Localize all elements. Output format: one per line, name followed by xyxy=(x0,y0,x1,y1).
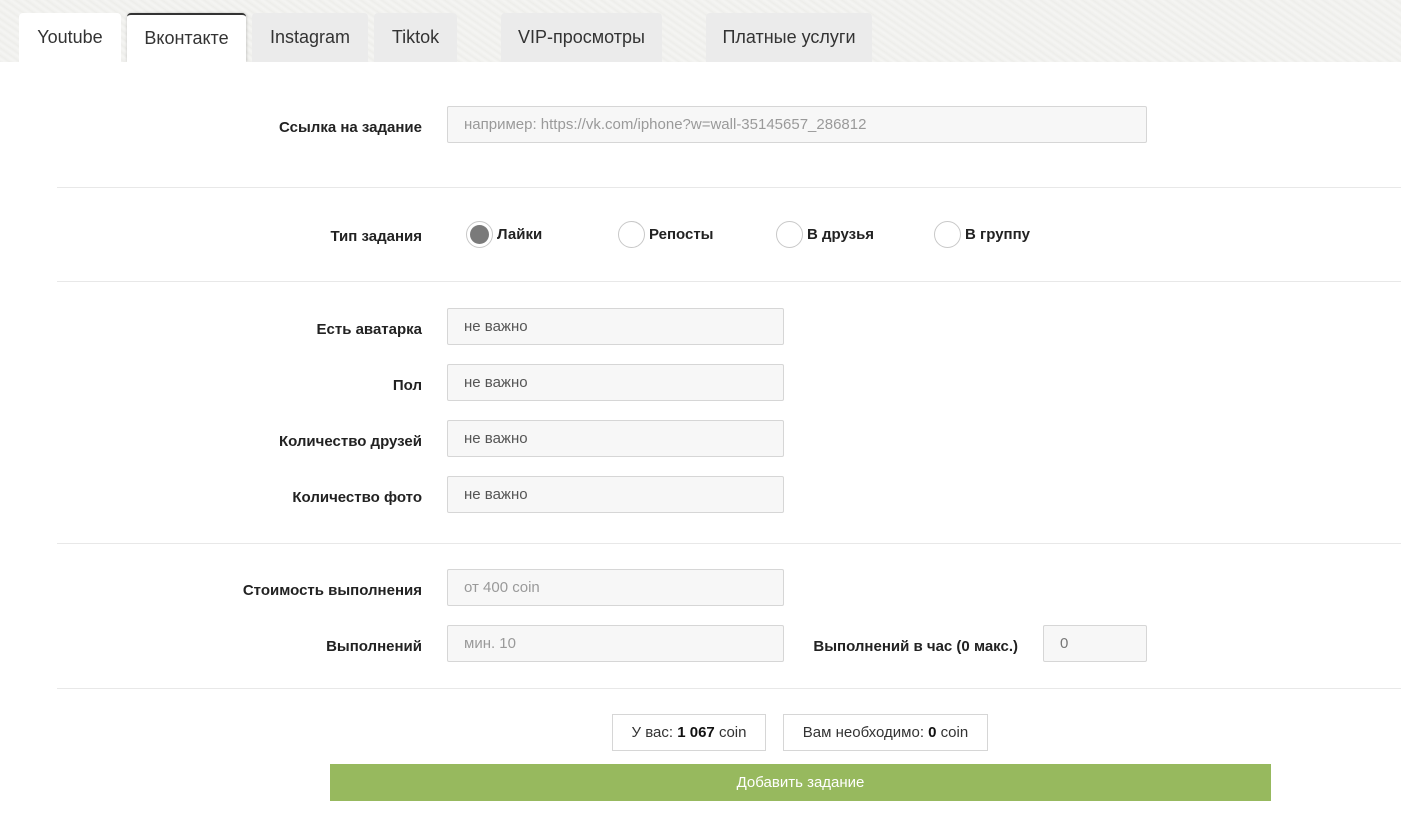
friends-count-label: Количество друзей xyxy=(278,433,422,450)
task-form: Ссылка на задание Тип задания Лайки Репо… xyxy=(0,62,1401,832)
divider xyxy=(57,543,1401,544)
friends-count-select[interactable]: не важно xyxy=(447,420,784,457)
balance-need-unit: coin xyxy=(940,724,969,741)
gender-label: Пол xyxy=(392,377,422,394)
radio-friends-label: В друзья xyxy=(807,226,875,243)
radio-likes-label: Лайки xyxy=(497,226,543,243)
tab-instagram[interactable]: Instagram xyxy=(252,13,368,62)
avatar-select[interactable]: не важно xyxy=(447,308,784,345)
radio-reposts-label: Репосты xyxy=(649,226,714,243)
per-hour-input[interactable]: 0 xyxy=(1043,625,1147,662)
per-hour-label: Выполнений в час (0 макс.) xyxy=(813,638,1018,655)
gender-select[interactable]: не важно xyxy=(447,364,784,401)
balance-have-amount: 1 067 xyxy=(677,724,715,741)
balance-have-unit: coin xyxy=(718,724,747,741)
cost-input[interactable] xyxy=(447,569,784,606)
photos-count-label: Количество фото xyxy=(292,489,422,506)
radio-friends-circle[interactable] xyxy=(776,221,803,248)
divider xyxy=(57,281,1401,282)
tab-vip-views[interactable]: VIP-просмотры xyxy=(501,13,662,62)
tab-tiktok[interactable]: Tiktok xyxy=(374,13,457,62)
radio-group-label: В группу xyxy=(965,226,1031,243)
balance-have-prefix: У вас: xyxy=(631,724,674,741)
executions-label: Выполнений xyxy=(326,638,422,655)
balance-need: Вам необходимо: 0 coin xyxy=(783,714,988,751)
link-input[interactable] xyxy=(447,106,1147,143)
task-type-radio-group: Лайки Репосты В друзья В группу xyxy=(0,221,1401,251)
radio-reposts-circle[interactable] xyxy=(618,221,645,248)
radio-friends[interactable]: В друзья xyxy=(776,221,874,248)
link-label: Ссылка на задание xyxy=(279,119,422,136)
divider xyxy=(57,187,1401,188)
tab-vkontakte[interactable]: Вконтакте xyxy=(127,13,246,62)
avatar-label: Есть аватарка xyxy=(316,321,423,338)
balance-need-amount: 0 xyxy=(928,724,937,741)
divider xyxy=(57,688,1401,689)
radio-group[interactable]: В группу xyxy=(934,221,1030,248)
balance-have: У вас: 1 067 coin xyxy=(612,714,766,751)
cost-label: Стоимость выполнения xyxy=(242,582,422,599)
platform-tabs: Youtube Вконтакте Instagram Tiktok VIP-п… xyxy=(0,0,1401,62)
tab-paid-services[interactable]: Платные услуги xyxy=(706,13,872,62)
add-task-button[interactable]: Добавить задание xyxy=(330,764,1271,801)
radio-reposts[interactable]: Репосты xyxy=(618,221,714,248)
radio-group-circle[interactable] xyxy=(934,221,961,248)
executions-input[interactable] xyxy=(447,625,784,662)
radio-likes-circle[interactable] xyxy=(466,221,493,248)
tab-youtube[interactable]: Youtube xyxy=(19,13,121,62)
photos-count-select[interactable]: не важно xyxy=(447,476,784,513)
balance-need-prefix: Вам необходимо: xyxy=(802,724,924,741)
radio-likes[interactable]: Лайки xyxy=(466,221,542,248)
